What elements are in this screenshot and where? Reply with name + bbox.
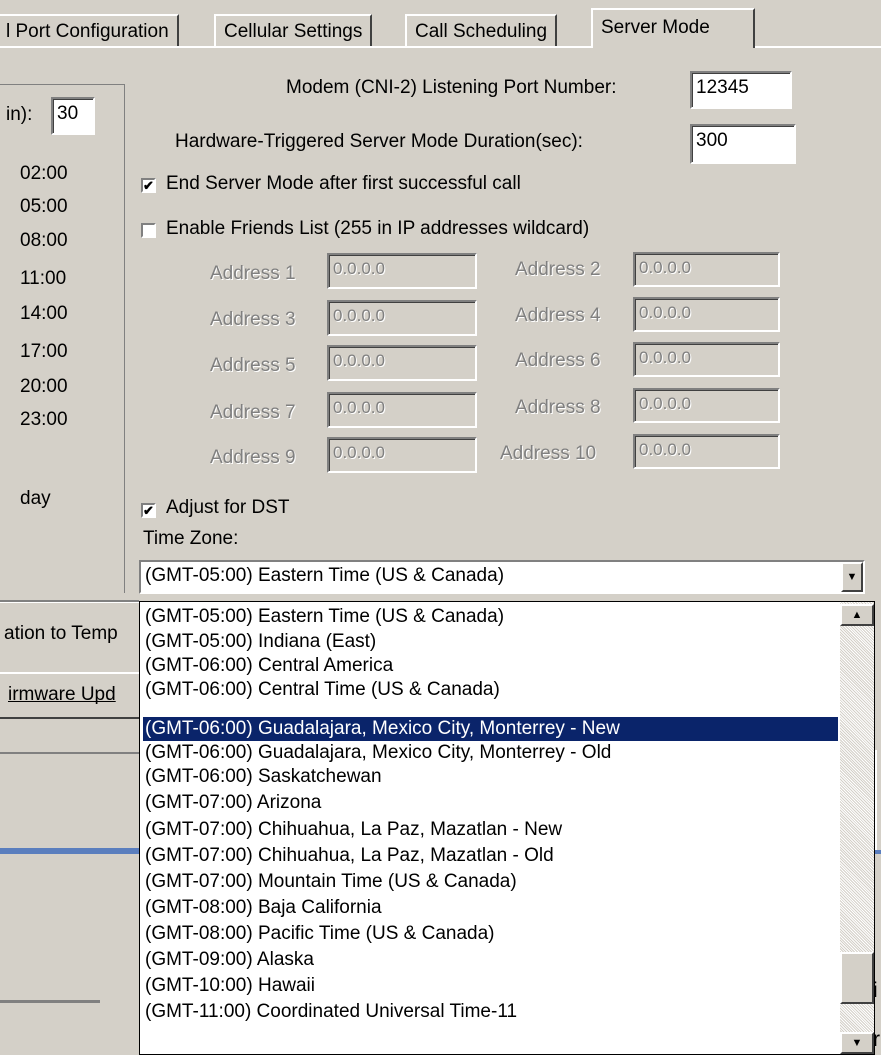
divider [0, 1000, 100, 1003]
address-5-label: Address 5 [210, 355, 296, 376]
schedule-time: 17:00 [20, 341, 68, 362]
address-1-label: Address 1 [210, 263, 296, 284]
separator-line [0, 600, 139, 603]
enable-friends-list-label: Enable Friends List (255 in IP addresses… [166, 218, 590, 239]
address-3-label: Address 3 [210, 309, 296, 330]
duration-input[interactable]: 300 [690, 124, 796, 164]
address-2-input[interactable]: 0.0.0.0 [633, 252, 780, 287]
time-zone-option[interactable]: (GMT-05:00) Indiana (East) [143, 630, 838, 654]
time-zone-option[interactable]: (GMT-06:00) Guadalajara, Mexico City, Mo… [143, 741, 838, 765]
end-server-mode-label: End Server Mode after first successful c… [166, 173, 521, 194]
time-zone-option[interactable]: (GMT-07:00) Mountain Time (US & Canada) [143, 870, 838, 894]
time-zone-option[interactable]: (GMT-05:00) Eastern Time (US & Canada) [143, 605, 838, 629]
right-panel-edge [875, 750, 881, 850]
time-zone-option[interactable]: (GMT-07:00) Chihuahua, La Paz, Mazatlan … [143, 818, 838, 842]
time-zone-option[interactable]: (GMT-11:00) Coordinated Universal Time-1… [143, 1000, 838, 1024]
time-zone-option[interactable]: (GMT-10:00) Hawaii [143, 974, 838, 998]
time-zone-combobox[interactable]: (GMT-05:00) Eastern Time (US & Canada) ▼ [139, 560, 865, 594]
address-5-input[interactable]: 0.0.0.0 [327, 345, 477, 381]
address-2-label: Address 2 [515, 259, 601, 280]
time-zone-selected-value: (GMT-05:00) Eastern Time (US & Canada) [145, 565, 505, 586]
tab-port-configuration[interactable]: l Port Configuration [0, 14, 179, 46]
address-3-input[interactable]: 0.0.0.0 [327, 300, 477, 336]
time-zone-option-highlighted[interactable]: (GMT-06:00) Guadalajara, Mexico City, Mo… [143, 717, 838, 741]
address-6-label: Address 6 [515, 350, 601, 371]
button-outline [0, 672, 139, 674]
schedule-time: 23:00 [20, 409, 68, 430]
left-group-box [0, 84, 125, 593]
duration-label: Hardware-Triggered Server Mode Duration(… [175, 131, 583, 152]
address-8-label: Address 8 [515, 397, 601, 418]
dropdown-scrollbar[interactable]: ▲ ▼ [840, 602, 874, 1054]
time-zone-option[interactable]: (GMT-09:00) Alaska [143, 948, 838, 972]
address-10-input[interactable]: 0.0.0.0 [633, 434, 780, 469]
tab-call-scheduling[interactable]: Call Scheduling [405, 14, 558, 46]
adjust-dst-checkbox[interactable]: ✔ [141, 503, 156, 518]
address-10-label: Address 10 [500, 443, 597, 464]
listening-port-label: Modem (CNI-2) Listening Port Number: [286, 77, 617, 98]
lower-separator [0, 752, 139, 754]
address-7-label: Address 7 [210, 402, 296, 423]
time-zone-option[interactable]: (GMT-08:00) Pacific Time (US & Canada) [143, 922, 838, 946]
scrollbar-thumb[interactable] [840, 952, 874, 1004]
address-4-input[interactable]: 0.0.0.0 [633, 297, 780, 332]
adjust-dst-label: Adjust for DST [166, 497, 290, 518]
day-label: day [20, 488, 51, 509]
time-zone-dropdown-list[interactable]: (GMT-05:00) Eastern Time (US & Canada) (… [139, 601, 875, 1055]
button-shadow [0, 717, 139, 719]
address-7-input[interactable]: 0.0.0.0 [327, 392, 477, 428]
schedule-time: 20:00 [20, 376, 68, 397]
schedule-time: 02:00 [20, 163, 68, 184]
schedule-time: 08:00 [20, 230, 68, 251]
address-1-input[interactable]: 0.0.0.0 [327, 253, 477, 289]
schedule-time: 05:00 [20, 196, 68, 217]
enable-friends-list-checkbox[interactable] [141, 223, 156, 238]
scroll-up-icon[interactable]: ▲ [840, 604, 874, 626]
time-zone-option[interactable]: (GMT-06:00) Saskatchewan [143, 765, 838, 789]
apply-config-button-fragment[interactable]: ation to Temp [4, 623, 118, 645]
tab-server-mode[interactable]: Server Mode [591, 8, 755, 48]
time-zone-option[interactable]: (GMT-07:00) Chihuahua, La Paz, Mazatlan … [143, 844, 838, 868]
time-zone-option[interactable]: (GMT-08:00) Baja California [143, 896, 838, 920]
tab-cellular-settings[interactable]: Cellular Settings [214, 14, 373, 46]
address-8-input[interactable]: 0.0.0.0 [633, 388, 780, 423]
firmware-update-button-fragment[interactable]: irmware Upd [8, 684, 116, 706]
time-zone-label: Time Zone: [143, 528, 239, 549]
address-9-input[interactable]: 0.0.0.0 [327, 437, 477, 473]
time-zone-option[interactable]: (GMT-06:00) Central Time (US & Canada) [143, 678, 838, 702]
chevron-down-icon[interactable]: ▼ [841, 562, 863, 592]
interval-input[interactable]: 30 [51, 97, 95, 135]
address-9-label: Address 9 [210, 447, 296, 468]
schedule-time: 11:00 [20, 268, 67, 289]
time-zone-option[interactable]: (GMT-06:00) Central America [143, 654, 838, 678]
listening-port-input[interactable]: 12345 [690, 71, 792, 109]
scroll-down-icon[interactable]: ▼ [840, 1032, 874, 1054]
address-6-input[interactable]: 0.0.0.0 [633, 342, 780, 377]
interval-label: in): [6, 104, 33, 125]
address-4-label: Address 4 [515, 305, 601, 326]
schedule-time: 14:00 [20, 303, 68, 324]
end-server-mode-checkbox[interactable]: ✔ [141, 178, 156, 193]
time-zone-option[interactable]: (GMT-07:00) Arizona [143, 791, 838, 815]
